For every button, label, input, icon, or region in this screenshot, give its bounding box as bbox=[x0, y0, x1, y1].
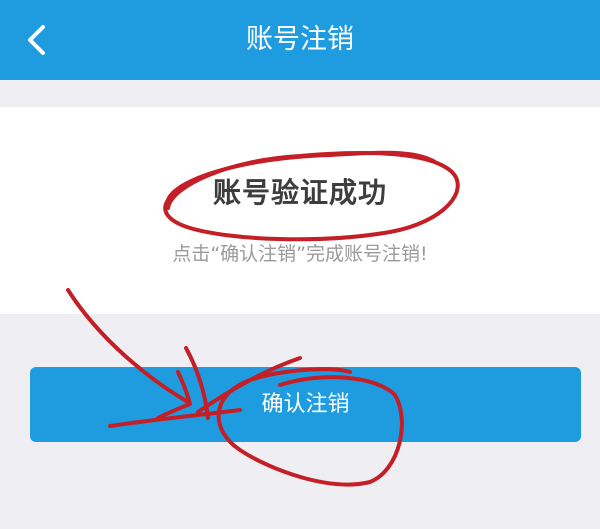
confirm-deactivate-button[interactable]: 确认注销 bbox=[30, 367, 581, 442]
header-bar: 账号注销 bbox=[0, 0, 600, 80]
page-title: 账号注销 bbox=[246, 24, 354, 55]
verification-success-title: 账号验证成功 bbox=[212, 176, 387, 209]
confirm-hint-text: 点击“确认注销”完成账号注销! bbox=[172, 243, 428, 265]
